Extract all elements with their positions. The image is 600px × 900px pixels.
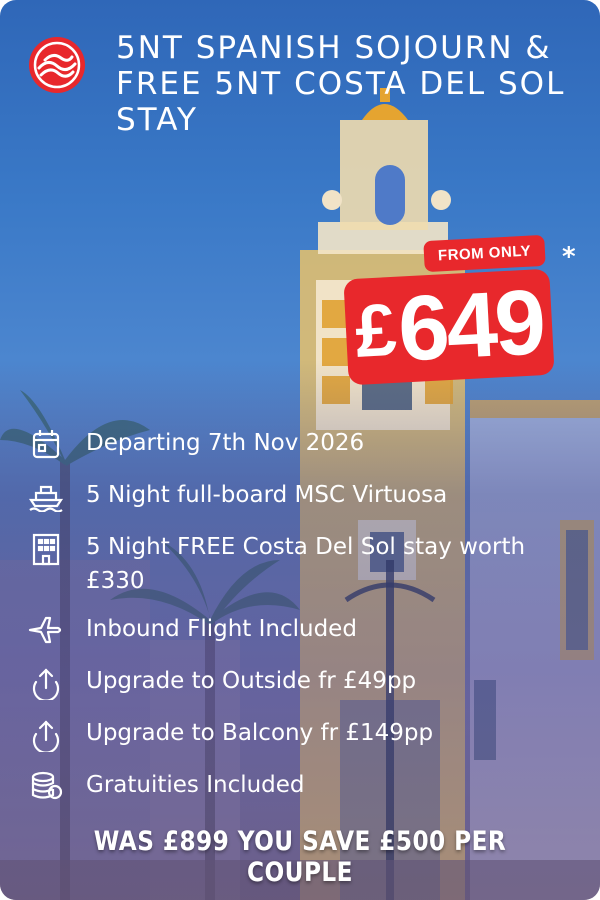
feature-text: Departing 7th Nov 2026 [86,430,365,456]
hotel-icon [26,530,66,568]
price-badge: FROM ONLY £ 649 [343,234,564,388]
feature-text: Upgrade to Outside fr £49pp [86,668,417,694]
feature-gratuities: Gratuities Included [26,768,586,806]
price-tag: £ 649 [343,268,555,386]
feature-hotel: 5 Night FREE Costa Del Sol stay worth £3… [26,530,586,598]
offer-card[interactable]: 5NT SPANISH SOJOURN & FREE 5NT COSTA DEL… [0,0,600,900]
feature-text: Inbound Flight Included [86,616,357,642]
upgrade-icon [26,716,66,754]
feature-text: Gratuities Included [86,772,305,798]
from-only-label: FROM ONLY [423,234,546,273]
price-currency: £ [353,287,399,373]
feature-upgrade-balcony: Upgrade to Balcony fr £149pp [26,716,586,754]
coins-icon [26,768,66,806]
ship-icon [26,478,66,516]
price-asterisk: * [562,242,576,272]
price-amount: 649 [395,271,546,381]
feature-text: 5 Night FREE Costa Del Sol stay worth £3… [86,534,526,594]
feature-list: Departing 7th Nov 2026 5 Night full-boar… [26,426,586,820]
feature-flight: Inbound Flight Included [26,612,586,650]
offer-title: 5NT SPANISH SOJOURN & FREE 5NT COSTA DEL… [116,30,566,138]
feature-upgrade-outside: Upgrade to Outside fr £49pp [26,664,586,702]
plane-icon [26,612,66,650]
upgrade-icon [26,664,66,702]
feature-text: 5 Night full-board MSC Virtuosa [86,482,448,508]
calendar-icon [26,426,66,464]
brand-logo-icon [29,37,85,93]
feature-text: Upgrade to Balcony fr £149pp [86,720,434,746]
feature-cruise: 5 Night full-board MSC Virtuosa [26,478,586,516]
feature-departure: Departing 7th Nov 2026 [26,426,586,464]
savings-banner: WAS £899 YOU SAVE £500 PER COUPLE [93,826,507,888]
